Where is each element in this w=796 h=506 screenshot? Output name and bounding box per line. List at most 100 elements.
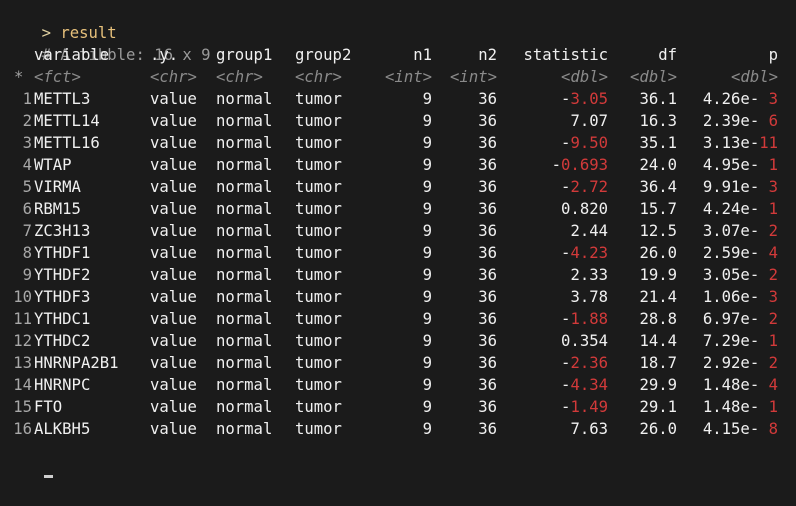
row-index: 14 bbox=[13, 376, 32, 394]
table-row: 3 METTL16 value normal tumor 9 36 -9.50 35.1 3.13… bbox=[4, 132, 794, 154]
cell-p: 1.48e- 1 bbox=[703, 396, 778, 418]
statistic-value: 2.72 bbox=[570, 178, 608, 196]
cell-n2: 36 bbox=[478, 420, 497, 438]
cell-n1: 9 bbox=[422, 156, 432, 174]
table-body: 1 METTL3 value normal tumor 9 36 -3.05 36.1 4.26e… bbox=[4, 88, 794, 440]
cell-n1: 9 bbox=[422, 90, 432, 108]
statistic-value: 4.23 bbox=[570, 244, 608, 262]
cell-n1: 9 bbox=[422, 200, 432, 218]
row-index: 4 bbox=[22, 156, 32, 174]
cell-n2: 36 bbox=[478, 156, 497, 174]
cell-group1: normal bbox=[216, 376, 273, 394]
cell-group2: tumor bbox=[295, 398, 342, 416]
statistic-value: 3.05 bbox=[570, 90, 608, 108]
table-row: 13 HNRNPA2B1 value normal tumor 9 36 -2.36 18.7 2… bbox=[4, 352, 794, 374]
cell-y: value bbox=[150, 90, 197, 108]
cell-group1: normal bbox=[216, 156, 273, 174]
type-variable: <fct> bbox=[34, 68, 81, 86]
row-index: 16 bbox=[13, 420, 32, 438]
r-console-output[interactable]: > result # A tibble: 16 x 9 variable .y.… bbox=[4, 0, 794, 478]
cell-df: 16.3 bbox=[639, 112, 677, 130]
type-group2: <chr> bbox=[295, 68, 342, 86]
cell-group2: tumor bbox=[295, 112, 342, 130]
table-row: 4 WTAP value normal tumor 9 36 -0.693 24.0 4.95e-… bbox=[4, 154, 794, 176]
cell-df: 26.0 bbox=[639, 244, 677, 262]
cell-statistic: 7.63 bbox=[570, 418, 608, 440]
cell-n2: 36 bbox=[478, 354, 497, 372]
statistic-value: 3.78 bbox=[570, 288, 608, 306]
cell-group1: normal bbox=[216, 420, 273, 438]
cell-statistic: -2.72 bbox=[561, 176, 608, 198]
cell-group1: normal bbox=[216, 244, 273, 262]
type-statistic: <dbl> bbox=[561, 68, 608, 86]
row-index: 12 bbox=[13, 332, 32, 350]
input-line[interactable] bbox=[4, 440, 794, 478]
p-exponent: 1 bbox=[759, 398, 778, 416]
cell-y: value bbox=[150, 332, 197, 350]
row-index: 6 bbox=[22, 200, 32, 218]
p-exponent: 2 bbox=[759, 310, 778, 328]
header-statistic: statistic bbox=[523, 46, 609, 64]
type-marker: * bbox=[14, 68, 24, 86]
cell-n2: 36 bbox=[478, 376, 497, 394]
cell-group1: normal bbox=[216, 288, 273, 306]
row-index: 15 bbox=[13, 398, 32, 416]
cell-df: 36.1 bbox=[639, 90, 677, 108]
cell-p: 4.24e- 1 bbox=[703, 198, 778, 220]
cell-n1: 9 bbox=[422, 244, 432, 262]
cell-y: value bbox=[150, 376, 197, 394]
cell-n2: 36 bbox=[478, 310, 497, 328]
cell-group2: tumor bbox=[295, 376, 342, 394]
cell-group2: tumor bbox=[295, 266, 342, 284]
table-row: 6 RBM15 value normal tumor 9 36 0.820 15.7 4.24e-… bbox=[4, 198, 794, 220]
statistic-value: 2.44 bbox=[570, 222, 608, 240]
statistic-value: 7.07 bbox=[570, 112, 608, 130]
table-header-row: variable .y. group1 group2 n1 n2 statist… bbox=[4, 44, 794, 66]
type-p: <dbl> bbox=[731, 68, 778, 86]
cell-n1: 9 bbox=[422, 354, 432, 372]
table-row: 10 YTHDF3 value normal tumor 9 36 3.78 21.4 1.06e… bbox=[4, 286, 794, 308]
cell-n1: 9 bbox=[422, 310, 432, 328]
cell-group1: normal bbox=[216, 178, 273, 196]
cell-variable: ALKBH5 bbox=[34, 420, 91, 438]
statistic-value: 2.36 bbox=[570, 354, 608, 372]
cell-n2: 36 bbox=[478, 200, 497, 218]
p-exponent: 2 bbox=[759, 222, 778, 240]
cell-statistic: -2.36 bbox=[561, 352, 608, 374]
p-exponent: 4 bbox=[759, 244, 778, 262]
header-y: .y. bbox=[150, 46, 179, 64]
type-group1: <chr> bbox=[216, 68, 263, 86]
cell-y: value bbox=[150, 200, 197, 218]
p-mantissa: 6.97e- bbox=[702, 310, 760, 328]
statistic-value: 4.34 bbox=[570, 376, 608, 394]
p-mantissa: 4.26e- bbox=[702, 90, 760, 108]
cell-df: 18.7 bbox=[639, 354, 677, 372]
cell-group2: tumor bbox=[295, 222, 342, 240]
cell-p: 4.95e- 1 bbox=[703, 154, 778, 176]
cell-p: 6.97e- 2 bbox=[703, 308, 778, 330]
table-row: 2 METTL14 value normal tumor 9 36 7.07 16.3 2.39e… bbox=[4, 110, 794, 132]
cell-n2: 36 bbox=[478, 332, 497, 350]
row-index: 10 bbox=[13, 288, 32, 306]
cell-variable: YTHDF1 bbox=[34, 244, 91, 262]
cell-group1: normal bbox=[216, 222, 273, 240]
statistic-value: 9.50 bbox=[570, 134, 608, 152]
cell-n1: 9 bbox=[422, 178, 432, 196]
cell-statistic: -9.50 bbox=[561, 132, 608, 154]
cell-group1: normal bbox=[216, 200, 273, 218]
cell-group1: normal bbox=[216, 398, 273, 416]
cell-n2: 36 bbox=[478, 222, 497, 240]
cell-statistic: -1.88 bbox=[561, 308, 608, 330]
p-exponent: 1 bbox=[759, 200, 778, 218]
cell-variable: YTHDF2 bbox=[34, 266, 91, 284]
cell-y: value bbox=[150, 266, 197, 284]
cell-p: 3.05e- 2 bbox=[703, 264, 778, 286]
table-type-row: * <fct> <chr> <chr> <chr> <int> <int> <d… bbox=[4, 66, 794, 88]
cell-group2: tumor bbox=[295, 332, 342, 350]
cell-variable: METTL3 bbox=[34, 90, 91, 108]
p-exponent: 3 bbox=[759, 178, 778, 196]
p-mantissa: 3.07e- bbox=[702, 222, 760, 240]
cell-variable: METTL16 bbox=[34, 134, 100, 152]
cell-df: 29.9 bbox=[639, 376, 677, 394]
cell-n1: 9 bbox=[422, 420, 432, 438]
